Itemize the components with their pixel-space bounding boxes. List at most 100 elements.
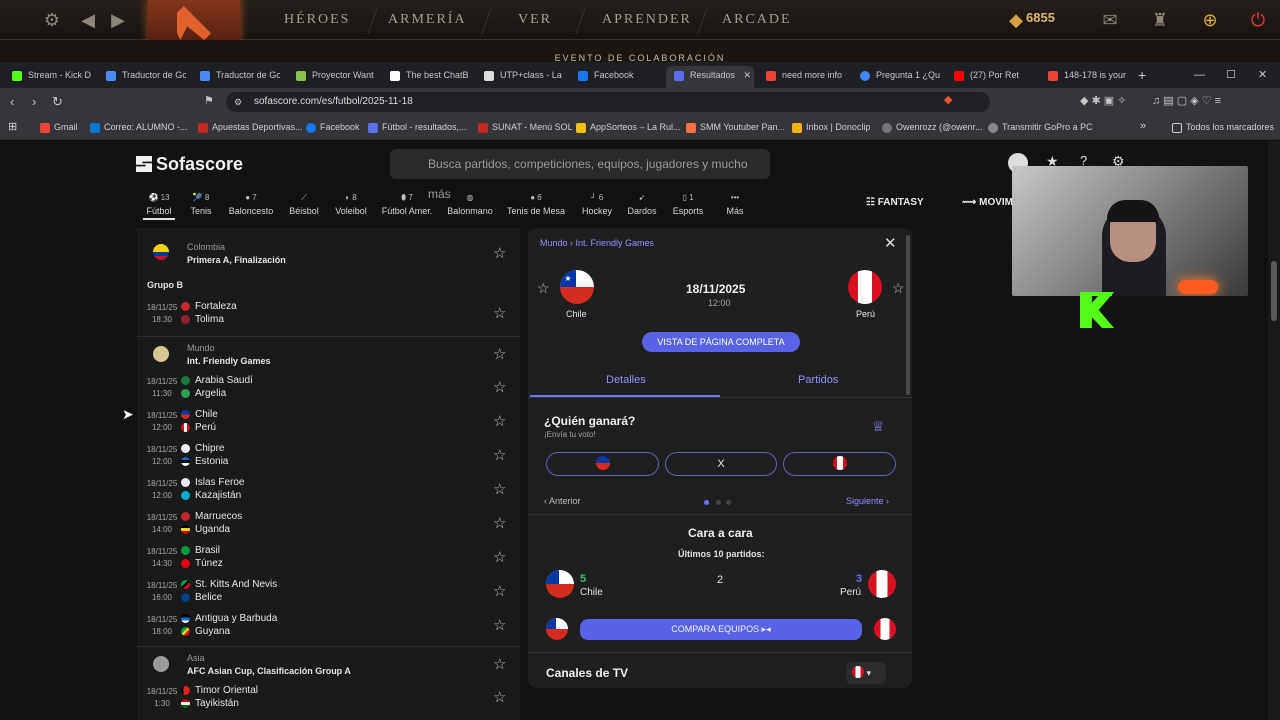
bookmark-icon[interactable]: ⚑ <box>204 94 214 107</box>
star-icon[interactable]: ☆ <box>493 446 506 464</box>
minimize-icon[interactable]: — <box>1194 66 1205 88</box>
tab-details[interactable]: Detalles <box>606 374 646 386</box>
next-button[interactable]: Siguiente › <box>846 496 889 506</box>
browser-tab[interactable]: Stream - Kick D <box>12 66 92 88</box>
bookmark-item[interactable]: Inbox | Donoclip <box>792 122 870 133</box>
league-title[interactable]: Primera A, Finalización <box>187 255 286 265</box>
star-icon[interactable]: ☆ <box>892 280 905 297</box>
sport-football[interactable]: ⚽ 13 Fútbol <box>143 193 175 220</box>
sport-handball[interactable]: ◍ Balonmano <box>446 193 494 216</box>
previous-button[interactable]: ‹ Anterior <box>544 496 581 506</box>
back-arrow-icon[interactable]: ◀ <box>76 8 100 32</box>
url-input[interactable]: sofascore.com/es/futbol/2025-11-18 <box>226 92 990 112</box>
close-window-icon[interactable]: ✕ <box>1258 66 1267 88</box>
star-icon[interactable]: ☆ <box>537 280 550 297</box>
sport-tennis[interactable]: 🎾 8 Tenis <box>186 193 216 216</box>
sofascore-logo[interactable]: Sofascore <box>136 154 243 175</box>
star-icon[interactable]: ☆ <box>493 514 506 532</box>
sport-table-tennis[interactable]: ● 6 Tenis de Mesa <box>506 193 566 216</box>
star-icon[interactable]: ☆ <box>493 378 506 396</box>
browser-tab[interactable]: UTP+class - La <box>484 66 564 88</box>
browser-tab[interactable]: Traductor de Go <box>106 66 186 88</box>
star-icon[interactable]: ☆ <box>493 582 506 600</box>
search-input[interactable]: Busca partidos, competiciones, equipos, … <box>390 149 770 201</box>
star-icon[interactable]: ☆ <box>493 480 506 498</box>
home-team-name[interactable]: Chile <box>566 309 587 319</box>
vote-home-button[interactable] <box>546 452 659 476</box>
match-row[interactable]: 18/11/25 14:00 Marruecos Uganda ☆ <box>137 510 520 544</box>
pager-dot[interactable] <box>716 500 721 505</box>
plus-icon[interactable]: ⊕ <box>1198 8 1222 32</box>
match-row[interactable]: 18/11/25 12:00 Chile Perú ☆ <box>137 408 520 442</box>
country-dropdown[interactable]: ▾ <box>846 662 886 684</box>
brave-icon[interactable]: ◆ <box>944 93 952 106</box>
new-tab-icon[interactable]: + <box>1138 66 1146 88</box>
breadcrumb[interactable]: Mundo › Int. Friendly Games <box>540 238 654 248</box>
bookmark-item[interactable]: SUNAT - Menú SOL <box>478 122 573 133</box>
sport-darts[interactable]: ➹ Dardos <box>626 193 658 216</box>
star-icon[interactable]: ☆ <box>493 655 506 673</box>
league-title[interactable]: AFC Asian Cup, Clasificación Group A <box>187 666 351 676</box>
league-title[interactable]: Int. Friendly Games <box>187 356 271 366</box>
star-icon[interactable]: ☆ <box>493 616 506 634</box>
browser-tab[interactable]: Traductor de Go <box>200 66 280 88</box>
forward-icon[interactable]: › <box>32 94 36 109</box>
back-icon[interactable]: ‹ <box>10 94 14 109</box>
star-icon[interactable]: ☆ <box>493 345 506 363</box>
browser-tab[interactable]: Proyector Want <box>296 66 376 88</box>
toolbar-icons[interactable]: ♫ ▤ ▢ ◈ ♡ ≡ <box>1152 94 1221 107</box>
mail-icon[interactable]: ✉ <box>1098 8 1122 32</box>
reload-icon[interactable]: ↻ <box>52 94 63 110</box>
forward-arrow-icon[interactable]: ▶ <box>106 8 130 32</box>
bookmark-item[interactable]: Gmail <box>40 122 78 133</box>
browser-tab-active[interactable]: Resultados ✕ <box>666 66 754 88</box>
star-icon[interactable]: ☆ <box>493 244 506 262</box>
panel-scrollbar[interactable] <box>906 235 910 395</box>
away-team-name[interactable]: Perú <box>856 309 875 319</box>
nav-heroes[interactable]: HÉROES <box>284 12 350 28</box>
star-icon[interactable]: ☆ <box>493 548 506 566</box>
extension-icon[interactable]: ◆ ✱ ▣ ✧ <box>1080 94 1126 107</box>
sport-more[interactable]: ••• Más <box>722 193 748 216</box>
pager-dot[interactable] <box>704 500 709 505</box>
sport-volleyball[interactable]: ◐ 8 Voleibol <box>332 193 370 216</box>
site-info-icon[interactable]: ⚙ <box>234 97 242 108</box>
match-row[interactable]: 18/11/25 1:30 Timor Oriental Tayikistán ☆ <box>137 684 520 718</box>
maximize-icon[interactable]: ☐ <box>1226 66 1236 88</box>
sport-baseball[interactable]: ⟋ Béisbol <box>286 193 322 216</box>
match-row[interactable]: 18/11/25 18:30 Fortaleza Tolima ☆ <box>137 300 520 334</box>
nav-learn[interactable]: APRENDER <box>602 12 692 28</box>
browser-tab[interactable]: need more info <box>766 66 846 88</box>
browser-tab[interactable]: Pregunta 1 ¿Qu <box>860 66 940 88</box>
tab-matches[interactable]: Partidos <box>798 374 838 386</box>
power-icon[interactable]: ⏻ <box>1246 8 1270 32</box>
sport-basketball[interactable]: ● 7 Baloncesto <box>226 193 276 216</box>
match-row[interactable]: 18/11/25 11:30 Arabia Saudí Argelia ☆ <box>137 374 520 408</box>
more-bookmarks-icon[interactable]: » <box>1140 120 1146 132</box>
nav-watch[interactable]: VER <box>518 12 552 28</box>
armory-icon[interactable]: ♜ <box>1148 8 1172 32</box>
star-icon[interactable]: ☆ <box>493 688 506 706</box>
nav-arcade[interactable]: ARCADE <box>722 12 792 28</box>
match-row[interactable]: 18/11/25 14:30 Brasil Túnez ☆ <box>137 544 520 578</box>
sport-esports[interactable]: ▯ 1 Esports <box>670 193 706 216</box>
all-bookmarks[interactable]: Todos los marcadores <box>1172 122 1274 133</box>
bookmark-item[interactable]: Fútbol - resultados,... <box>368 122 467 133</box>
sport-american-football[interactable]: ⬮ 7 Fútbol Amer. <box>380 193 434 216</box>
bookmark-item[interactable]: SMM Youtuber Pan... <box>686 122 785 133</box>
bookmark-item[interactable]: Transmitir GoPro a PC <box>988 122 1093 133</box>
gear-icon[interactable]: ⚙ <box>40 8 64 32</box>
sport-hockey[interactable]: ┘ 6 Hockey <box>580 193 614 216</box>
page-scrollbar[interactable] <box>1268 141 1280 720</box>
vote-away-button[interactable] <box>783 452 896 476</box>
bookmark-item[interactable]: Facebook <box>306 122 360 133</box>
bookmark-item[interactable]: Apuestas Deportivas... <box>198 122 303 133</box>
vote-draw-button[interactable]: X <box>665 452 777 476</box>
browser-tab[interactable]: (27) Por Ret <box>954 66 1034 88</box>
bookmark-item[interactable]: AppSorteos – La Rul... <box>576 122 681 133</box>
browser-tab[interactable]: Facebook <box>578 66 658 88</box>
star-icon[interactable]: ☆ <box>493 304 506 322</box>
full-page-view-button[interactable]: VISTA DE PÁGINA COMPLETA <box>642 332 800 352</box>
browser-tab[interactable]: 148-178 is your <box>1048 66 1128 88</box>
match-row[interactable]: 18/11/25 18:00 Antigua y Barbuda Guyana ☆ <box>137 612 520 646</box>
